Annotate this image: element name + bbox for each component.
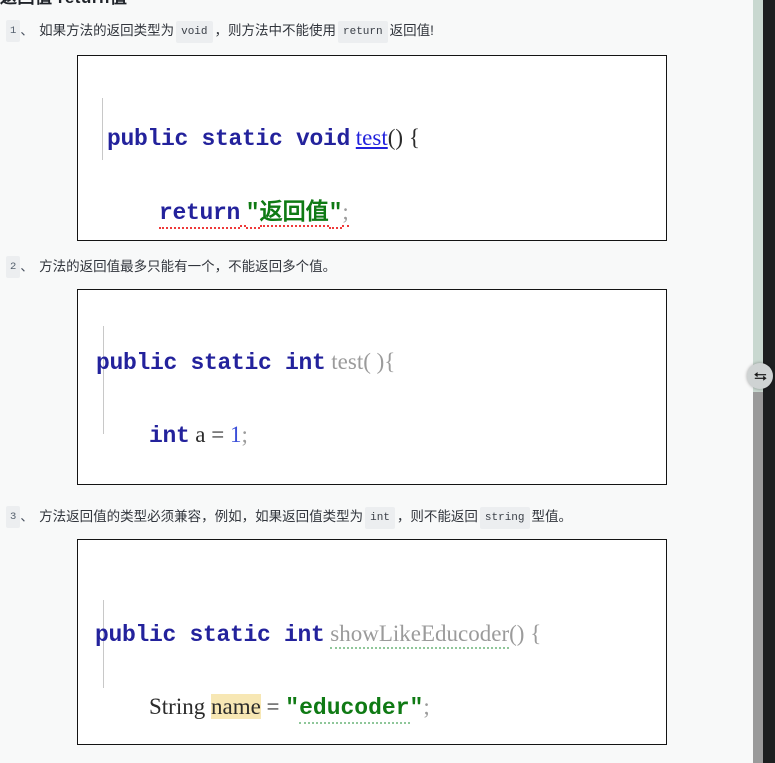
item-2-text: 方法的返回值最多只能有一个，不能返回多个值。 [39, 259, 337, 274]
item-3-text-b: ，则不能返回 [396, 509, 478, 524]
page-heading-text: 返回值 return值 [0, 0, 520, 9]
item-1-text-c: 返回值! [389, 23, 434, 38]
list-item-3: 3、 方法返回值的类型必须兼容，例如，如果返回值类型为 int ，则不能返回 stri… [6, 506, 572, 529]
inline-code-return: return [338, 21, 388, 43]
code-var-name-highlighted: name [210, 694, 261, 719]
code-keyword: public static int [96, 350, 326, 376]
list-sep-2: 、 [20, 259, 34, 274]
code-line: public static void test() { [107, 120, 666, 157]
code-type-string: String [149, 694, 211, 719]
code-string-value: educoder [299, 695, 410, 724]
list-number-1: 1 [6, 20, 21, 42]
list-sep-3: 、 [20, 509, 34, 524]
code-semicolon: ; [342, 199, 349, 227]
code-keyword-type: int [149, 423, 190, 449]
code-line: return "返回值"; [107, 193, 666, 231]
code-number: 1 [229, 422, 242, 447]
code-string-quote-open: " [285, 695, 300, 721]
inline-code-void: void [176, 21, 213, 43]
code-block-3-content: public static int showLikeEducoder() { S… [78, 540, 666, 744]
item-3-text-a: 方法返回值的类型必须兼容，例如，如果返回值类型为 [39, 509, 364, 524]
item-1-text-b: ，则方法中不能使用 [214, 23, 337, 38]
code-var: a = [189, 422, 230, 447]
code-block-1: public static void test() { return "返回值"… [77, 55, 667, 241]
code-semicolon: ; [241, 422, 248, 447]
page-heading: 返回值 return值 [0, 0, 520, 9]
code-keyword-return: return [159, 200, 240, 229]
item-1-text-a: 如果方法的返回类型为 [39, 23, 175, 38]
code-punct: () { [387, 125, 420, 150]
code-block-2: public static int test( ){ int a = 1; in… [77, 289, 667, 485]
list-item-1: 1、 如果方法的返回类型为 void ，则方法中不能使用 return 返回值! [6, 20, 434, 43]
code-string-quote-close: " [409, 695, 424, 721]
code-block-3: public static int showLikeEducoder() { S… [77, 539, 667, 745]
inline-code-int: int [365, 507, 395, 529]
code-string-quote-open: " [245, 200, 260, 229]
code-line: public static int showLikeEducoder() { [95, 616, 666, 653]
code-method-name: test [355, 125, 388, 150]
code-equals: = [260, 694, 286, 719]
code-block-1-content: public static void test() { return "返回值"… [78, 56, 666, 240]
inline-code-string: string [479, 507, 530, 529]
document-scroll-area[interactable]: 返回值 return值 1、 如果方法的返回类型为void，则方法中不能使用re… [0, 0, 750, 763]
code-space [240, 199, 246, 227]
code-punct: () { [509, 621, 542, 646]
code-method-name: showLikeEducoder [330, 621, 510, 649]
code-string-quote-close: " [328, 200, 343, 229]
code-semicolon: ; [423, 694, 430, 719]
panel-collapse-toggle-button[interactable] [747, 363, 773, 389]
list-number-3: 3 [6, 506, 21, 528]
code-line: public static int test( ){ [96, 344, 666, 381]
item-3-text-c: 型值。 [531, 509, 573, 524]
code-method-name: test( ){ [331, 349, 396, 374]
list-sep-1: 、 [20, 23, 34, 38]
code-line: int a = 1; [96, 417, 666, 454]
left-right-arrow-icon [753, 371, 767, 381]
list-item-2: 2、 方法的返回值最多只能有一个，不能返回多个值。 [6, 256, 336, 278]
code-block-2-content: public static int test( ){ int a = 1; in… [78, 290, 666, 484]
code-keyword: public static int [95, 622, 325, 648]
code-line: String name = "educoder"; [95, 689, 666, 726]
code-keyword: public static void [107, 126, 351, 152]
scrollbar-thumb[interactable] [753, 392, 763, 763]
code-string-value: 返回值 [259, 198, 329, 227]
list-number-2: 2 [6, 256, 21, 278]
